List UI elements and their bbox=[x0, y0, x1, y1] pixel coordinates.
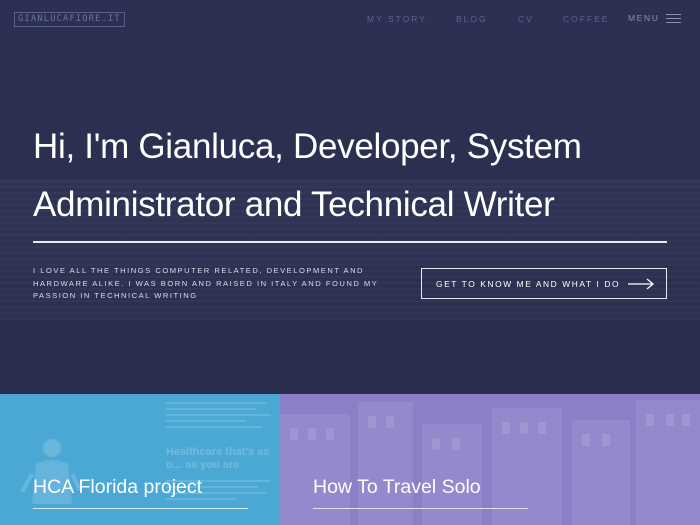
hero-divider bbox=[33, 241, 667, 243]
card-underline bbox=[33, 508, 248, 509]
hero-section: GIANLUCAFIORE.IT MY STORY BLOG CV COFFEE… bbox=[0, 0, 700, 394]
hamburger-icon[interactable] bbox=[666, 14, 681, 24]
hero-headline: Hi, I'm Gianluca, Developer, System Admi… bbox=[33, 127, 582, 224]
nav-item-my-story[interactable]: MY STORY bbox=[367, 14, 427, 24]
nav-item-blog[interactable]: BLOG bbox=[456, 14, 488, 24]
nav-item-cv[interactable]: CV bbox=[518, 14, 534, 24]
top-navigation-bar: GIANLUCAFIORE.IT MY STORY BLOG CV COFFEE… bbox=[0, 0, 700, 38]
cta-label: GET TO KNOW ME AND WHAT I DO bbox=[436, 279, 621, 289]
hero-intro-text: I love all the things computer related, … bbox=[33, 266, 379, 300]
arrow-right-icon bbox=[628, 278, 655, 290]
menu-button[interactable]: MENU bbox=[628, 13, 659, 23]
person-illustration bbox=[20, 439, 82, 504]
nav-item-coffee[interactable]: COFFEE bbox=[563, 14, 609, 24]
card-how-to-travel-solo[interactable]: How To Travel Solo bbox=[280, 394, 700, 525]
card-background-text: Healthcare that's as o... as you are bbox=[166, 446, 270, 471]
card-underline bbox=[313, 508, 528, 509]
card-hca-florida-project[interactable]: Healthcare that's as o... as you are HCA… bbox=[0, 394, 280, 525]
get-to-know-me-button[interactable]: GET TO KNOW ME AND WHAT I DO bbox=[421, 268, 667, 299]
card-title: HCA Florida project bbox=[33, 476, 203, 498]
card-title: How To Travel Solo bbox=[313, 476, 481, 498]
main-nav: MY STORY BLOG CV COFFEE bbox=[0, 14, 700, 26]
featured-cards: Healthcare that's as o... as you are HCA… bbox=[0, 394, 700, 525]
city-buildings-illustration bbox=[280, 400, 700, 525]
card-background-lines bbox=[166, 402, 276, 432]
